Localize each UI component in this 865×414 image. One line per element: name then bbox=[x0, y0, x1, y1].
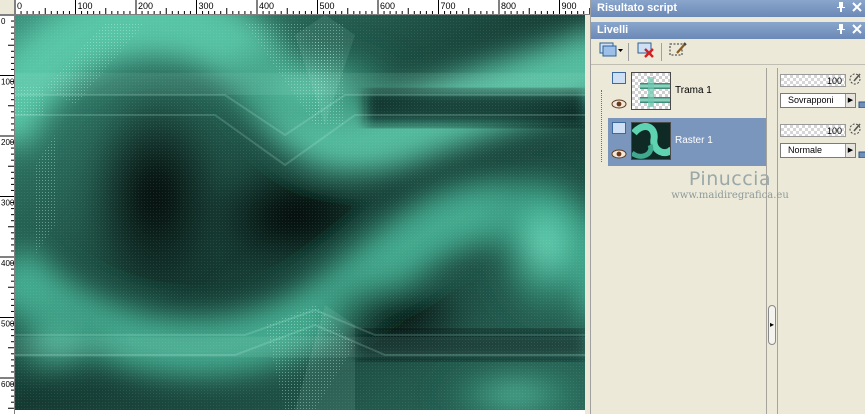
blend-mode-value: Normale bbox=[788, 145, 823, 155]
ruler-label: 500 bbox=[1, 320, 15, 329]
ruler-label: 600 bbox=[380, 1, 395, 11]
ruler-label: 0 bbox=[17, 1, 22, 11]
close-icon[interactable] bbox=[850, 23, 864, 37]
layer-type-icon bbox=[612, 72, 626, 84]
delete-layer-button[interactable] bbox=[635, 42, 657, 62]
new-layer-button[interactable] bbox=[597, 42, 625, 62]
layers-toolbar bbox=[591, 39, 865, 65]
layer-name: Trama 1 bbox=[675, 85, 712, 96]
layers-panel-title[interactable]: Livelli bbox=[591, 22, 865, 39]
opacity-slider[interactable]: 100 bbox=[780, 74, 846, 87]
ruler-label: 300 bbox=[199, 1, 214, 11]
ruler-label: 200 bbox=[1, 138, 15, 147]
app-window: 0 100 200 300 400 500 600 700 800 900 0 100 200 300 4… bbox=[0, 0, 865, 414]
right-dock: Risultato script Livelli Trama 1 Raster … bbox=[590, 0, 865, 414]
edit-selection-button[interactable] bbox=[667, 41, 689, 64]
ruler-label: 600 bbox=[1, 380, 15, 389]
eye-icon[interactable] bbox=[610, 146, 628, 159]
layer-thumbnail bbox=[631, 122, 671, 160]
layer-group-line bbox=[601, 90, 602, 162]
layer-type-icon bbox=[612, 122, 626, 134]
layer-name: Raster 1 bbox=[675, 135, 713, 146]
pin-icon[interactable] bbox=[834, 23, 848, 37]
eye-icon[interactable] bbox=[610, 96, 628, 109]
layer-row-trama-1[interactable]: Trama 1 bbox=[608, 68, 766, 116]
lock-icon[interactable] bbox=[858, 145, 865, 159]
layers-list: Trama 1 Raster 1 bbox=[601, 68, 766, 414]
edit-selection-icon[interactable] bbox=[848, 72, 862, 86]
splitter-handle[interactable]: ▸ bbox=[768, 305, 776, 345]
chevron-right-icon: ▶ bbox=[845, 94, 855, 107]
edit-selection-icon bbox=[668, 41, 688, 64]
pin-icon[interactable] bbox=[834, 1, 848, 15]
ruler-label: 400 bbox=[1, 259, 15, 268]
opacity-value: 100 bbox=[826, 126, 842, 136]
script-output-panel-title[interactable]: Risultato script bbox=[591, 0, 865, 17]
ruler-label: 400 bbox=[259, 1, 274, 11]
script-output-title-text: Risultato script bbox=[597, 2, 678, 14]
toolbar-separator bbox=[661, 43, 662, 61]
watermark: Pinuccia www.maidiregrafica.eu bbox=[650, 168, 810, 202]
blend-mode-select[interactable]: Normale ▶ bbox=[780, 143, 856, 158]
blend-mode-select[interactable]: Sovrapponi ▶ bbox=[780, 93, 856, 108]
ruler-label: 300 bbox=[1, 199, 15, 208]
ruler-top[interactable]: 0 100 200 300 400 500 600 700 800 900 bbox=[15, 0, 590, 15]
ruler-label: 800 bbox=[501, 1, 516, 11]
ruler-left-ticks: 0 100 200 300 400 500 600 bbox=[0, 15, 15, 409]
layer-props-raster-1: 100 Normale ▶ bbox=[780, 118, 865, 166]
chevron-right-icon: ▶ bbox=[845, 144, 855, 157]
layer-row-raster-1[interactable]: Raster 1 bbox=[608, 118, 766, 166]
ruler-label: 100 bbox=[78, 1, 93, 11]
ruler-label: 900 bbox=[562, 1, 577, 11]
blend-mode-value: Sovrapponi bbox=[788, 95, 834, 105]
layer-properties: 100 Sovrapponi ▶ 100 Normale ▶ bbox=[778, 68, 865, 414]
watermark-name: Pinuccia bbox=[688, 168, 772, 190]
layers-title-text: Livelli bbox=[597, 24, 629, 36]
canvas-area: 0 100 200 300 400 500 600 700 800 900 0 100 200 300 4… bbox=[0, 0, 590, 414]
layer-props-trama-1: 100 Sovrapponi ▶ bbox=[780, 68, 865, 116]
ruler-label: 500 bbox=[320, 1, 335, 11]
ruler-corner bbox=[0, 0, 15, 15]
ruler-label: 0 bbox=[1, 17, 6, 26]
ruler-top-ticks: 0 100 200 300 400 500 600 700 800 900 bbox=[15, 0, 590, 14]
watermark-url: www.maidiregrafica.eu bbox=[671, 190, 789, 201]
ruler-label: 700 bbox=[441, 1, 456, 11]
toolbar-separator bbox=[628, 43, 629, 61]
edit-selection-icon[interactable] bbox=[848, 122, 862, 136]
opacity-value: 100 bbox=[826, 76, 842, 86]
ruler-left[interactable]: 0 100 200 300 400 500 600 bbox=[0, 15, 15, 414]
layers-splitter[interactable]: ▸ bbox=[766, 68, 778, 414]
image-canvas[interactable] bbox=[15, 15, 585, 410]
close-icon[interactable] bbox=[850, 1, 864, 15]
new-layer-icon bbox=[598, 41, 624, 64]
ruler-label: 100 bbox=[1, 78, 15, 87]
canvas-artwork bbox=[15, 15, 585, 410]
delete-layer-icon bbox=[636, 41, 656, 64]
lock-icon[interactable] bbox=[858, 95, 865, 109]
opacity-slider[interactable]: 100 bbox=[780, 124, 846, 137]
layer-thumbnail bbox=[631, 72, 671, 110]
ruler-label: 200 bbox=[138, 1, 153, 11]
